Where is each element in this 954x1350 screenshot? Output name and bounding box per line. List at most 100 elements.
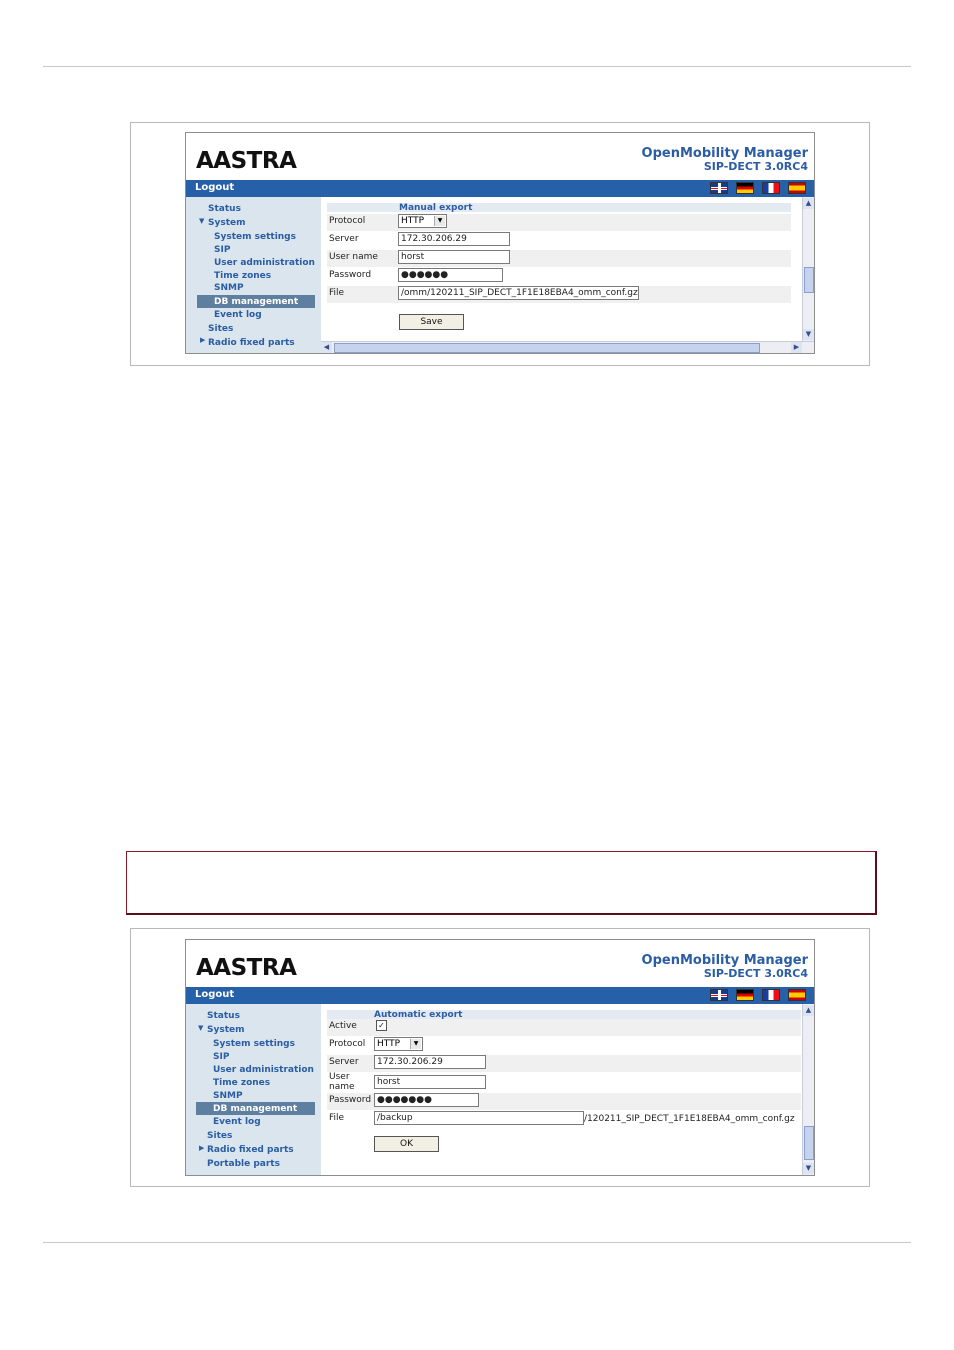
nav-status[interactable]: Status (208, 204, 241, 214)
nav-radio-fixed-parts[interactable]: Radio fixed parts (208, 338, 295, 348)
nav-snmp[interactable]: SNMP (214, 283, 244, 293)
password-label: Password (329, 1095, 372, 1105)
file-name-suffix: /120211_SIP_DECT_1F1E18EBA4_omm_conf.gz (584, 1114, 795, 1124)
app-name: OpenMobility Manager (641, 953, 808, 968)
scroll-thumb[interactable] (804, 1126, 814, 1160)
aastra-logo: AASTRA (196, 148, 297, 174)
username-row (327, 250, 791, 267)
username-label-line2: name (329, 1082, 355, 1092)
scroll-thumb[interactable] (804, 267, 814, 293)
nav-system[interactable]: System (207, 1025, 245, 1035)
browser-window-2: AASTRA OpenMobility Manager SIP-DECT 3.0… (185, 939, 815, 1176)
horizontal-scroll-thumb[interactable] (334, 343, 760, 353)
scroll-left-icon[interactable]: ◀ (321, 342, 332, 353)
ok-button[interactable]: OK (374, 1136, 439, 1152)
nav-db-management[interactable]: DB management (196, 1102, 315, 1115)
top-bar: Logout (186, 180, 814, 197)
logout-link[interactable]: Logout (195, 989, 234, 1000)
server-input[interactable]: 172.30.206.29 (374, 1055, 486, 1069)
scroll-right-icon[interactable]: ▶ (791, 342, 802, 353)
nav-sites[interactable]: Sites (208, 324, 233, 334)
server-label: Server (329, 1057, 359, 1067)
app-version: SIP-DECT 3.0RC4 (703, 967, 808, 980)
es-flag-icon[interactable] (788, 182, 806, 194)
main-content: Automatic export Active ✓ Protocol HTTP … (321, 1004, 814, 1175)
browser-window-1: AASTRA OpenMobility Manager SIP-DECT 3.0… (185, 132, 815, 354)
vertical-scrollbar[interactable]: ▲ ▼ (802, 197, 814, 341)
nav-sites[interactable]: Sites (207, 1131, 232, 1141)
sidebar: Status ▼ System System settings SIP User… (186, 1004, 321, 1175)
horizontal-scrollbar[interactable]: ◀ ▶ (321, 341, 814, 353)
nav-radio-fixed-parts[interactable]: Radio fixed parts (207, 1145, 294, 1155)
collapsed-arrow-icon: ▶ (199, 1144, 205, 1152)
top-bar: Logout (186, 987, 814, 1004)
nav-system-settings[interactable]: System settings (214, 232, 296, 242)
active-row (327, 1019, 801, 1036)
file-input[interactable]: /omm/120211_SIP_DECT_1F1E18EBA4_omm_conf… (398, 286, 639, 300)
username-label-line1: User (329, 1072, 350, 1082)
server-label: Server (329, 234, 359, 244)
scroll-up-icon[interactable]: ▲ (803, 198, 814, 209)
scroll-down-icon[interactable]: ▼ (803, 1163, 814, 1174)
uk-flag-icon[interactable] (710, 182, 728, 194)
file-label: File (329, 288, 345, 298)
es-flag-icon[interactable] (788, 989, 806, 1001)
nav-sip[interactable]: SIP (214, 245, 230, 255)
main-content: Manual export Protocol HTTP ▼ Server 172… (321, 197, 814, 353)
nav-time-zones[interactable]: Time zones (213, 1078, 270, 1088)
language-flags (710, 182, 806, 194)
app-title: OpenMobility Manager SIP-DECT 3.0RC4 (642, 147, 808, 173)
note-box (126, 851, 877, 915)
password-row (327, 268, 791, 285)
expanded-arrow-icon: ▼ (199, 217, 205, 225)
username-label: User name (329, 252, 378, 262)
server-row (327, 232, 791, 249)
protocol-row (327, 214, 791, 231)
header: AASTRA OpenMobility Manager SIP-DECT 3.0… (186, 940, 814, 987)
fr-flag-icon[interactable] (762, 989, 780, 1001)
vertical-scrollbar[interactable]: ▲ ▼ (802, 1004, 814, 1175)
password-input[interactable]: ●●●●●●● (374, 1093, 479, 1107)
language-flags (710, 989, 806, 1001)
password-input[interactable]: ●●●●●● (398, 268, 503, 282)
de-flag-icon[interactable] (736, 182, 754, 194)
nav-db-management[interactable]: DB management (197, 295, 315, 308)
nav-system-settings[interactable]: System settings (213, 1039, 295, 1049)
nav-snmp[interactable]: SNMP (213, 1091, 243, 1101)
username-input[interactable]: horst (374, 1075, 486, 1089)
app-title: OpenMobility Manager SIP-DECT 3.0RC4 (642, 954, 808, 980)
nav-portable-parts[interactable]: Portable parts (207, 1159, 280, 1169)
nav-time-zones[interactable]: Time zones (214, 271, 271, 281)
protocol-label: Protocol (329, 216, 366, 226)
nav-system[interactable]: System (208, 218, 246, 228)
file-label: File (329, 1113, 345, 1123)
fr-flag-icon[interactable] (762, 182, 780, 194)
logout-link[interactable]: Logout (195, 182, 234, 193)
protocol-select[interactable]: HTTP ▼ (398, 214, 447, 228)
active-checkbox[interactable]: ✓ (376, 1020, 387, 1031)
nav-status[interactable]: Status (207, 1011, 240, 1021)
nav-event-log[interactable]: Event log (214, 310, 262, 320)
nav-sip[interactable]: SIP (213, 1052, 229, 1062)
bottom-rule (43, 1242, 911, 1243)
app-version: SIP-DECT 3.0RC4 (703, 160, 808, 173)
sidebar: Status ▼ System System settings SIP User… (186, 197, 321, 353)
protocol-value: HTTP (377, 1039, 401, 1049)
nav-user-administration[interactable]: User administration (213, 1065, 314, 1075)
aastra-logo: AASTRA (196, 955, 297, 981)
nav-event-log[interactable]: Event log (213, 1117, 261, 1127)
collapsed-arrow-icon: ▶ (200, 336, 206, 344)
scroll-up-icon[interactable]: ▲ (803, 1005, 814, 1016)
section-title: Manual export (399, 203, 473, 213)
nav-user-administration[interactable]: User administration (214, 258, 315, 268)
header: AASTRA OpenMobility Manager SIP-DECT 3.0… (186, 133, 814, 180)
de-flag-icon[interactable] (736, 989, 754, 1001)
section-header-row (327, 203, 791, 212)
uk-flag-icon[interactable] (710, 989, 728, 1001)
scroll-down-icon[interactable]: ▼ (803, 329, 814, 340)
protocol-select[interactable]: HTTP ▼ (374, 1037, 423, 1051)
file-input[interactable]: /backup (374, 1111, 584, 1125)
save-button[interactable]: Save (399, 314, 464, 330)
server-input[interactable]: 172.30.206.29 (398, 232, 510, 246)
username-input[interactable]: horst (398, 250, 510, 264)
